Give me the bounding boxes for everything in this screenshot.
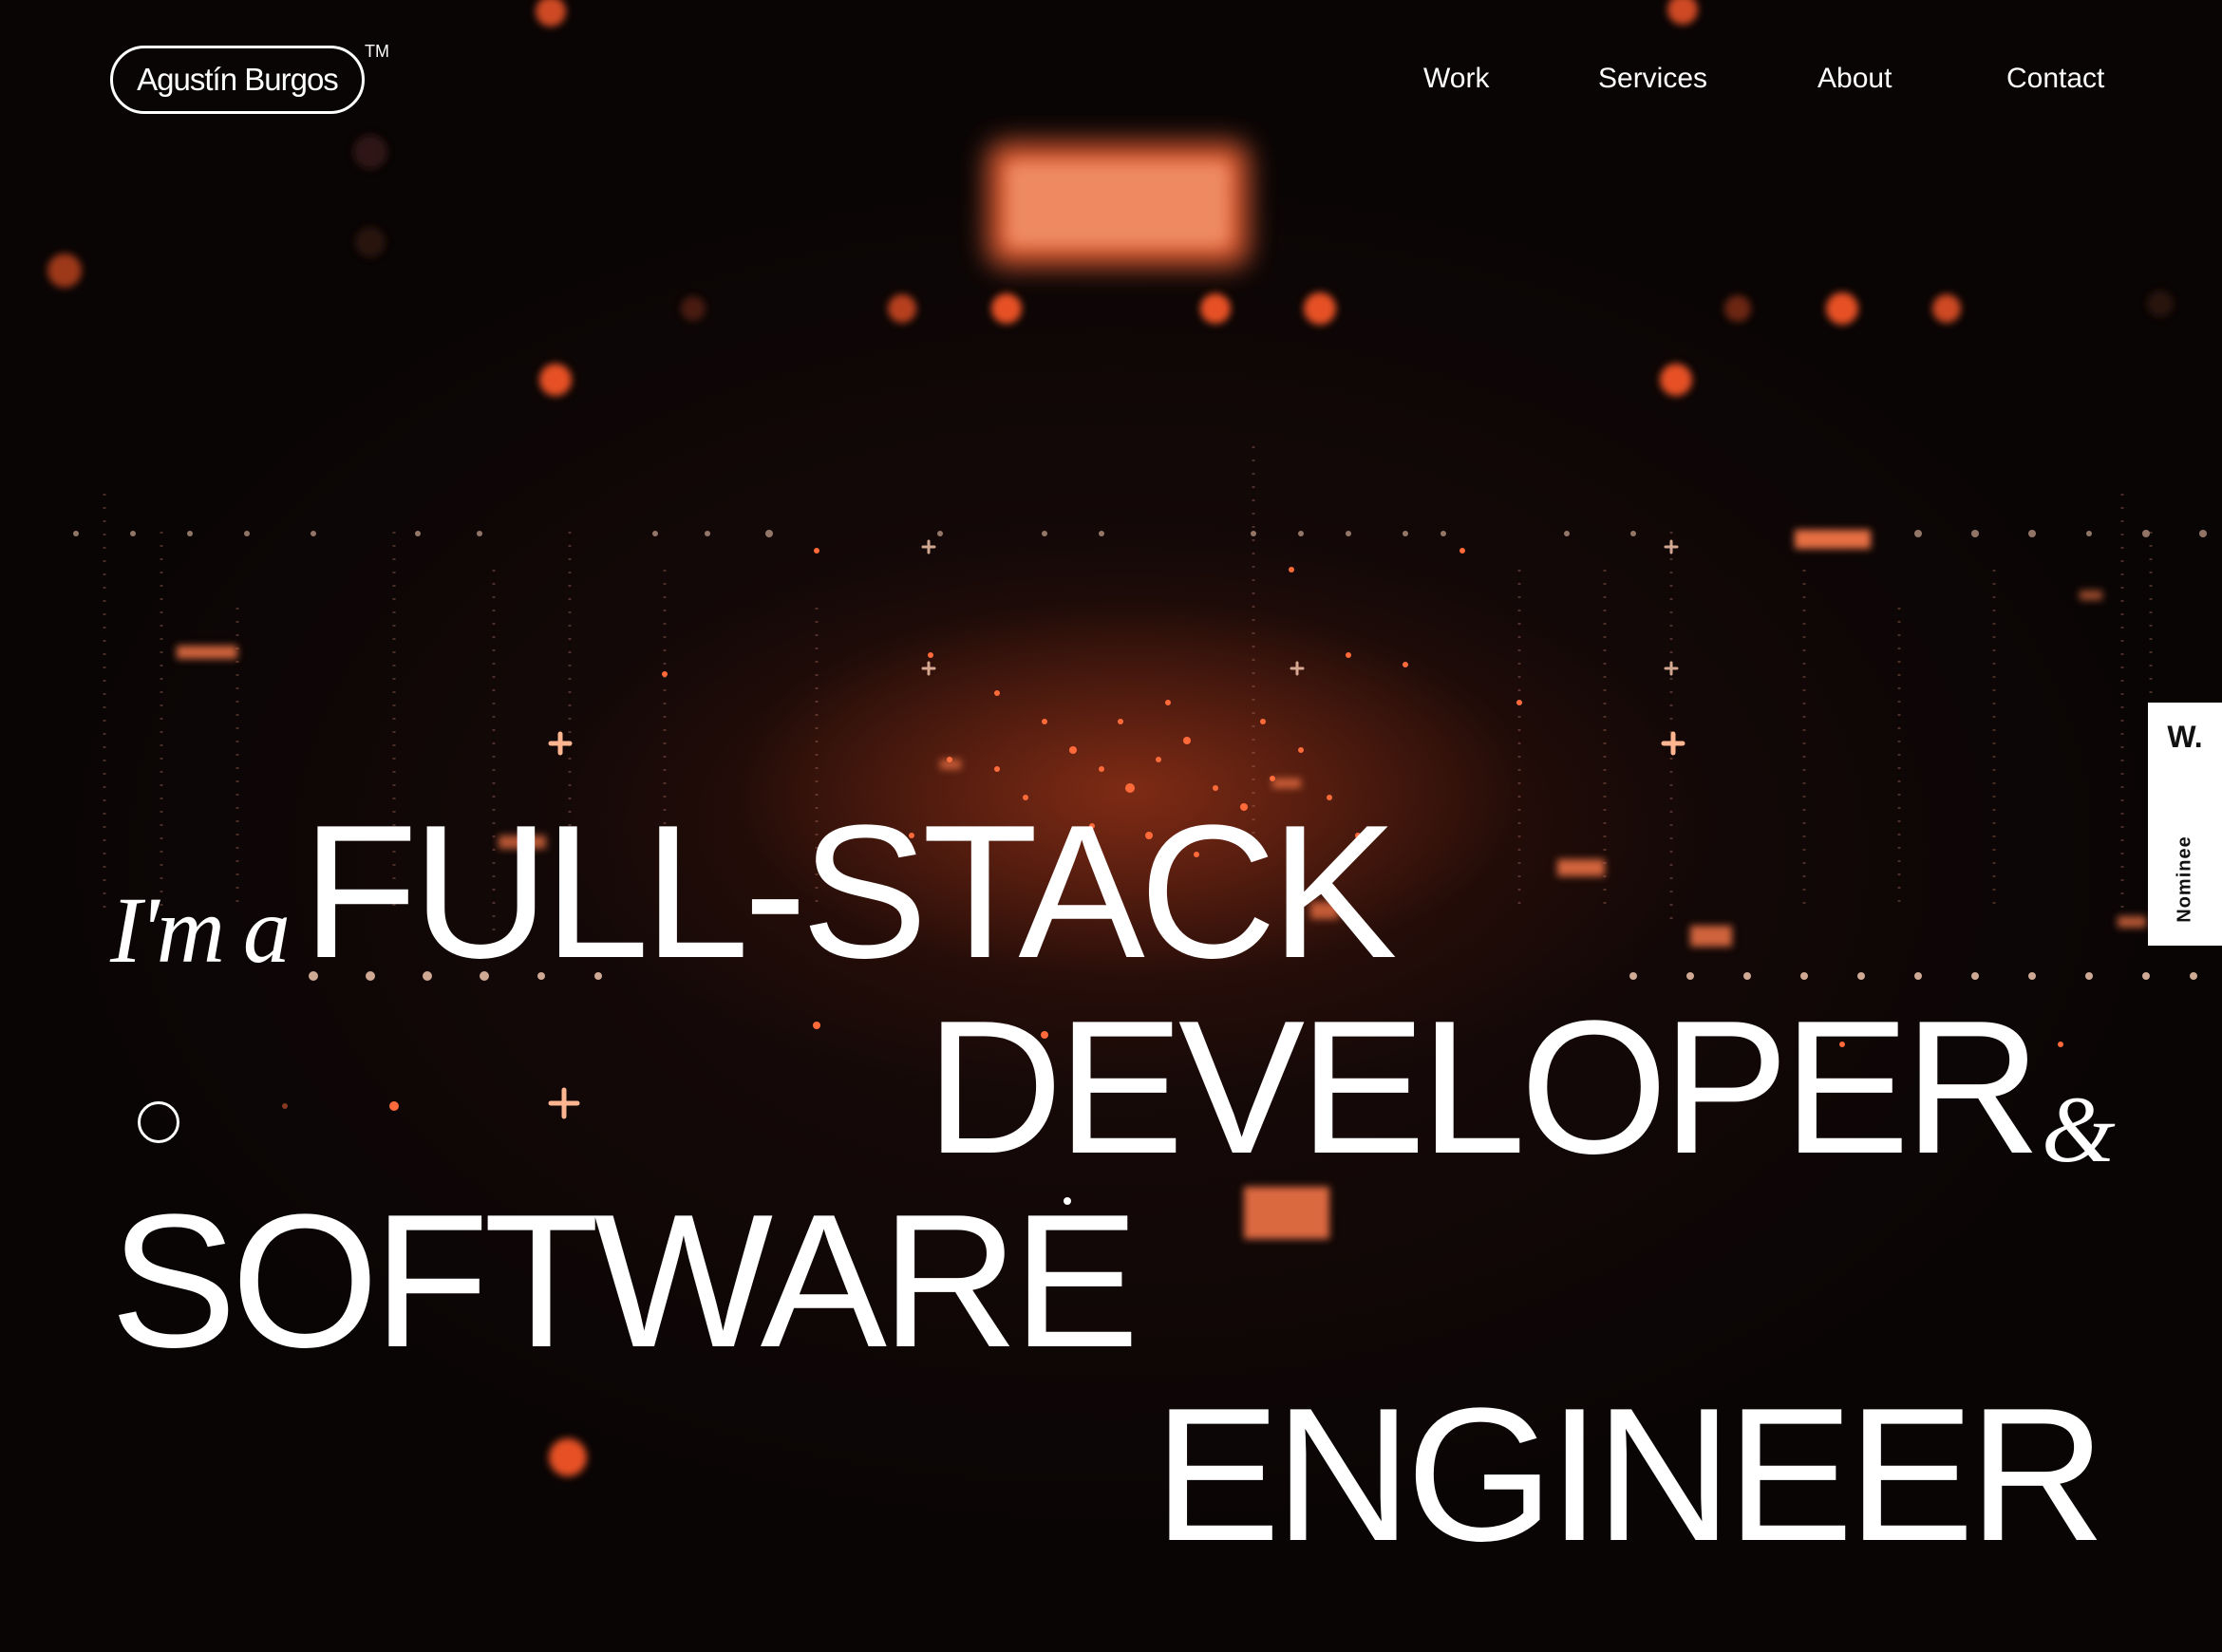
- logo-text: Agustín Burgos: [137, 62, 339, 97]
- nav-contact-link[interactable]: Contact: [2006, 63, 2104, 95]
- award-logo: W.: [2167, 720, 2203, 754]
- hero-prefix: I'm a: [110, 877, 291, 983]
- logo[interactable]: Agustín Burgos: [110, 46, 365, 114]
- nav-services-link[interactable]: Services: [1598, 63, 1707, 95]
- hero-ampersand: &: [2042, 1077, 2116, 1182]
- hero-line-full-stack: FULL-STACK: [302, 786, 1398, 998]
- hero-line-software: SOFTWARE: [110, 1175, 1139, 1387]
- cursor-ring: [138, 1101, 179, 1143]
- award-label: Nominee: [2174, 835, 2195, 923]
- nav-work-link[interactable]: Work: [1423, 63, 1489, 95]
- nav-about-link[interactable]: About: [1817, 63, 1892, 95]
- trademark-mark: TM: [365, 42, 389, 61]
- award-nominee-badge[interactable]: W. Nominee: [2148, 703, 2222, 946]
- hero-line-engineer: ENGINEER: [1154, 1369, 2106, 1581]
- hero-line-developer: DEVELOPER: [926, 982, 2042, 1193]
